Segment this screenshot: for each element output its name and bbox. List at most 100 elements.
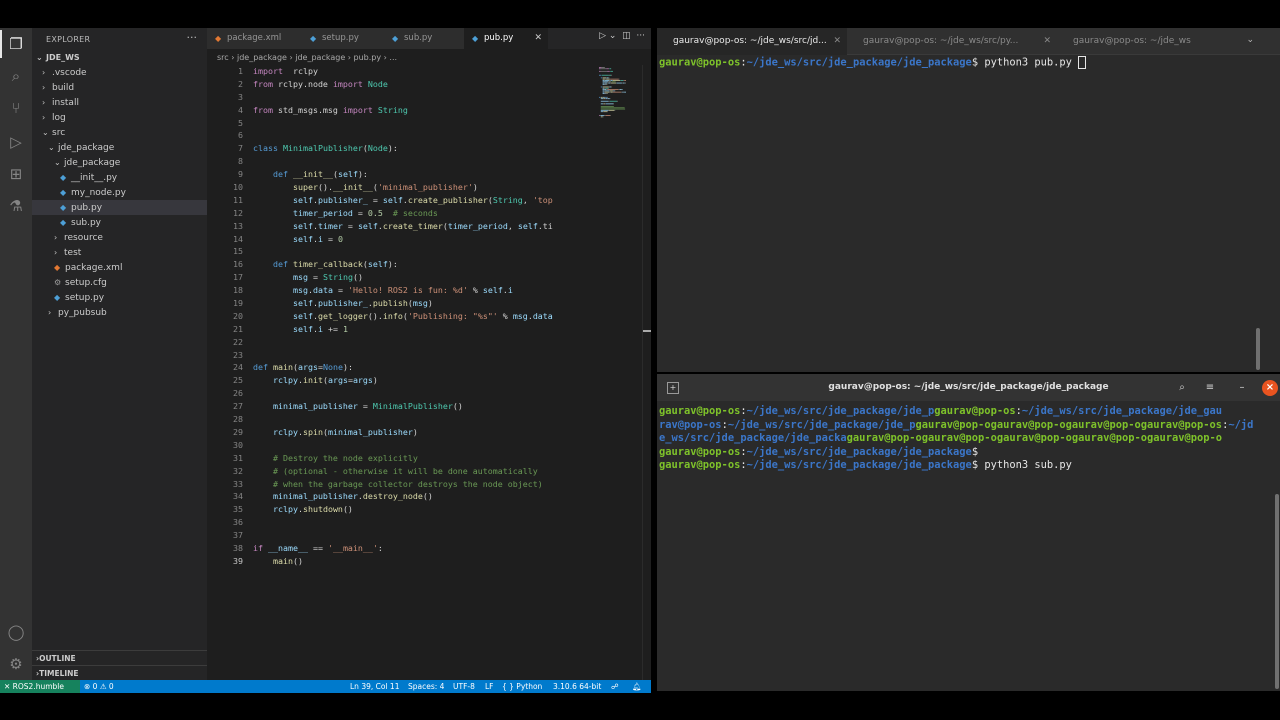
line-number: 37 (233, 530, 243, 541)
end-of-line[interactable]: LF (485, 680, 494, 693)
python-file-icon: ◆ (60, 173, 67, 182)
tree-item[interactable]: › py_pubsub (32, 305, 207, 320)
line-number: 16 (233, 259, 243, 270)
language-mode[interactable]: { } Python (502, 680, 542, 693)
minimap-line (608, 98, 610, 100)
tree-item[interactable]: ⌄ src (32, 125, 207, 140)
cursor-position[interactable]: Ln 39, Col 11 (350, 680, 399, 693)
close-icon[interactable]: ✕ (534, 28, 542, 49)
account-icon[interactable]: ◯ (6, 622, 26, 642)
notifications-bell-icon[interactable]: 🔔︎ (632, 680, 642, 693)
minimap-line (606, 89, 608, 90)
tree-item[interactable]: ◆ setup.py (32, 290, 207, 305)
encoding[interactable]: UTF-8 (453, 680, 475, 693)
more-actions-icon[interactable]: ··· (187, 31, 198, 44)
code-editor[interactable]: import rclpy from rclpy.node import Node … (253, 65, 595, 568)
minimap-line (605, 96, 608, 98)
code-token: self (337, 169, 358, 180)
tree-item[interactable]: › log (32, 110, 207, 125)
terminal-output[interactable]: gaurav@pop-os:~/jde_ws/src/jde_package/j… (659, 405, 1253, 473)
code-token: shutdown (302, 504, 343, 515)
line-number: 25 (233, 375, 243, 386)
editor-scrollbar[interactable] (642, 65, 651, 680)
tree-item[interactable]: ◆ package.xml (32, 260, 207, 275)
explorer-icon[interactable]: ❐ (0, 30, 26, 58)
extensions-icon[interactable]: ⊞ (6, 164, 26, 184)
terminal-scrollbar[interactable] (1275, 494, 1279, 689)
code-token: ) (372, 375, 378, 386)
close-icon[interactable]: ✕ (1043, 28, 1051, 55)
terminal-tab[interactable]: gaurav@pop-os: ~/jde_ws/src/py... ✕ (847, 28, 1057, 55)
minimap-line (624, 80, 626, 81)
tree-item[interactable]: › resource (32, 230, 207, 245)
timeline-section[interactable]: ›TIMELINE (32, 665, 207, 680)
feedback-icon[interactable]: ☍ (611, 680, 619, 693)
tab-list-chevron-icon[interactable]: ⌄ (1246, 35, 1254, 45)
tree-item[interactable]: ⌄ jde_package (32, 155, 207, 170)
terminal-tab[interactable]: gaurav@pop-os: ~/jde_ws (1057, 28, 1247, 55)
minimap-line (624, 91, 626, 93)
editor-tab[interactable]: ◆ sub.py (384, 28, 464, 49)
outline-section[interactable]: ›OUTLINE (32, 650, 207, 665)
line-number: 33 (233, 478, 243, 489)
minimap-line (602, 77, 607, 79)
minimap[interactable] (597, 65, 637, 120)
source-control-icon[interactable]: ⑂ (6, 98, 26, 118)
workspace-root[interactable]: ⌄ JDE_WS (32, 50, 207, 65)
run-icon[interactable]: ▷ (599, 31, 606, 41)
terminal-token: gaurav@pop-o (990, 418, 1066, 431)
tree-item[interactable]: ◆ my_node.py (32, 185, 207, 200)
breadcrumb[interactable]: src › jde_package › jde_package › pub.py… (217, 51, 397, 64)
terminal-tab-label: gaurav@pop-os: ~/jde_ws/src/jd... (673, 36, 827, 46)
tree-item[interactable]: ◆ pub.py (32, 200, 207, 215)
code-token: ) (412, 426, 418, 437)
tree-item-label: resource (64, 233, 103, 243)
menu-icon[interactable]: ≡ (1202, 380, 1218, 396)
editor-tab[interactable]: ◆ pub.py ✕ (464, 28, 548, 49)
code-line: rclpy.init(args=args) (253, 374, 595, 387)
terminal-token: gaurav@pop-os (659, 459, 741, 471)
search-icon[interactable]: ⌕ (1174, 380, 1190, 396)
split-editor-icon[interactable]: ◫ (622, 31, 631, 41)
python-interpreter[interactable]: 3.10.6 64-bit (553, 680, 601, 693)
minimap-line (618, 89, 620, 90)
close-icon[interactable]: ✕ (833, 28, 841, 55)
run-debug-icon[interactable]: ▷ (6, 132, 26, 152)
remote-indicator[interactable]: ✕ ROS2.humble (0, 680, 80, 693)
tree-item[interactable]: ◆ sub.py (32, 215, 207, 230)
more-actions-icon[interactable]: ··· (636, 31, 645, 41)
tree-item[interactable]: › install (32, 95, 207, 110)
editor-actions: ▷ ⌄ ◫ ··· (599, 31, 645, 41)
problems-count[interactable]: ⊗ 0 ⚠ 0 (84, 680, 114, 693)
terminal-scrollbar[interactable] (1256, 328, 1260, 370)
tree-item[interactable]: › test (32, 245, 207, 260)
tree-item[interactable]: ◆ __init__.py (32, 170, 207, 185)
code-token: import (332, 78, 363, 89)
minimap-line (624, 82, 626, 84)
line-number: 4 (238, 104, 243, 115)
code-token: import (342, 104, 373, 115)
tree-item[interactable]: › build (32, 80, 207, 95)
chevron-down-icon[interactable]: ⌄ (609, 31, 617, 41)
code-token: super (292, 182, 318, 193)
tree-item[interactable]: › .vscode (32, 65, 207, 80)
minimap-line (604, 89, 607, 90)
testing-icon[interactable]: ⚗ (6, 196, 26, 216)
line-number: 27 (233, 401, 243, 412)
indentation[interactable]: Spaces: 4 (408, 680, 444, 693)
tree-item[interactable]: ⌄ jde_package (32, 140, 207, 155)
close-icon[interactable]: × (1262, 380, 1278, 396)
search-icon[interactable]: ⌕ (6, 66, 26, 86)
terminal-output[interactable]: gaurav@pop-os:~/jde_ws/src/jde_package/j… (659, 56, 1087, 70)
tree-item[interactable]: ⚙ setup.cfg (32, 275, 207, 290)
code-token: args (327, 375, 348, 386)
editor-tab[interactable]: ◆ setup.py (302, 28, 384, 49)
terminal-tab[interactable]: gaurav@pop-os: ~/jde_ws/src/jd... ✕ (657, 28, 847, 55)
minimize-icon[interactable]: – (1234, 380, 1250, 396)
editor-tab[interactable]: ◆ package.xml (207, 28, 302, 49)
settings-gear-icon[interactable]: ⚙ (6, 654, 26, 674)
